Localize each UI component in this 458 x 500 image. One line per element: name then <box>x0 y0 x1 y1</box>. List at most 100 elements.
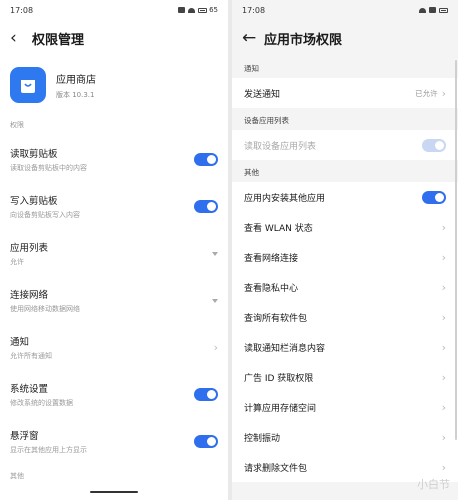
permission-description: 允许所有通知 <box>10 352 52 360</box>
chevron-right-icon: › <box>441 340 446 354</box>
permission-description: 读取设备剪贴板中的内容 <box>10 164 87 172</box>
read-app-list-label: 读取设备应用列表 <box>244 141 317 152</box>
permission-item-label: 读取通知栏消息内容 <box>244 343 326 354</box>
back-arrow-icon[interactable]: ‹ <box>10 29 32 47</box>
permission-row[interactable]: 应用列表 允许 <box>0 230 228 277</box>
send-notification-row[interactable]: 发送通知 已允许 › <box>232 78 458 108</box>
install-other-apps-label: 应用内安装其他应用 <box>244 193 326 204</box>
permission-toggle[interactable] <box>194 153 218 166</box>
chevron-right-icon: › <box>441 280 446 294</box>
permission-item-label: 控制振动 <box>244 433 281 444</box>
permission-item-label: 查看网络连接 <box>244 253 299 264</box>
permission-row[interactable]: 写入剪贴板向设备剪贴板写入内容 <box>0 183 228 230</box>
permission-texts: 写入剪贴板向设备剪贴板写入内容 <box>10 193 194 220</box>
app-version: 版本 10.3.1 <box>56 90 95 99</box>
permission-row[interactable]: 悬浮窗显示在其他应用上方显示 <box>0 418 228 465</box>
wifi-icon <box>419 7 426 13</box>
chevron-right-icon: › <box>441 220 446 234</box>
permission-item-row[interactable]: 查看 WLAN 状态 › <box>232 212 458 242</box>
section-header: 权限 <box>10 121 24 129</box>
right-panel: 17:08 ← 应用市场权限 通知 发送通知 已允许 › 设备应用列表 读取设备应… <box>232 0 458 500</box>
read-app-list-toggle <box>422 138 446 152</box>
battery-icon: 65 <box>198 6 218 14</box>
read-app-list-row: 读取设备应用列表 <box>232 130 458 160</box>
permission-item-row[interactable]: 查询所有软件包 › <box>232 302 458 332</box>
chevron-right-icon: › <box>441 250 446 264</box>
chevron-right-icon: › <box>441 430 446 444</box>
shopping-bag-icon <box>10 67 46 103</box>
chevron-right-icon: › <box>441 86 446 100</box>
chevron-right-icon: › <box>441 310 446 324</box>
permission-list: 读取剪贴板读取设备剪贴板中的内容 写入剪贴板向设备剪贴板写入内容 应用列表允许连接网… <box>0 136 228 465</box>
permission-label: 连接网络 <box>10 290 49 301</box>
permission-label: 应用列表 <box>10 243 49 254</box>
device-card: 读取设备应用列表 <box>232 130 458 160</box>
chevron-right-icon: › <box>441 370 446 384</box>
permission-item-row[interactable]: 读取通知栏消息内容 › <box>232 332 458 362</box>
back-arrow-icon[interactable]: ← <box>242 29 264 47</box>
section-device-apps: 设备应用列表 <box>244 116 289 125</box>
permission-row[interactable]: 通知允许所有通知 › <box>0 324 228 371</box>
status-time: 17:08 <box>10 5 34 15</box>
app-name: 应用商店 <box>56 74 96 86</box>
app-info: 应用商店 版本 10.3.1 <box>56 71 96 100</box>
status-bar: 17:08 65 <box>0 0 228 20</box>
permission-label: 通知 <box>10 337 30 348</box>
permission-label: 读取剪贴板 <box>10 149 58 160</box>
status-time-right: 17:08 <box>242 5 266 15</box>
permission-texts: 应用列表 允许 <box>10 240 212 267</box>
permission-row[interactable]: 连接网络使用网络移动数据网络 <box>0 277 228 324</box>
permission-row[interactable]: 读取剪贴板读取设备剪贴板中的内容 <box>0 136 228 183</box>
status-bar-right: 17:08 <box>232 0 458 20</box>
chevron-right-icon[interactable]: › <box>214 342 218 353</box>
permission-item-label: 查看隐私中心 <box>244 283 299 294</box>
title-bar: ‹ 权限管理 <box>0 20 228 56</box>
permission-toggle[interactable] <box>194 435 218 448</box>
install-other-apps-toggle[interactable] <box>422 190 446 204</box>
permission-label: 悬浮窗 <box>10 431 39 442</box>
signal-icon <box>178 7 186 13</box>
permission-item-row[interactable]: 查看网络连接 › <box>232 242 458 272</box>
permission-toggle[interactable] <box>194 388 218 401</box>
send-notification-value: 已允许 › <box>415 86 446 100</box>
permission-description: 显示在其他应用上方显示 <box>10 446 87 454</box>
permission-item-row[interactable]: 控制振动 › <box>232 422 458 452</box>
app-header: 应用商店 版本 10.3.1 <box>0 56 228 114</box>
chevron-right-icon: › <box>441 400 446 414</box>
watermark-logo: 小白节 <box>417 478 450 491</box>
status-icons: 65 <box>178 6 218 14</box>
permission-item-label: 查询所有软件包 <box>244 313 308 324</box>
section-notify: 通知 <box>244 64 259 73</box>
send-notification-label: 发送通知 <box>244 89 281 100</box>
chevron-down-icon[interactable] <box>212 298 218 303</box>
battery-icon <box>439 7 448 13</box>
permission-toggle[interactable] <box>194 200 218 213</box>
wifi-icon <box>188 7 196 13</box>
status-icons-right <box>419 7 448 13</box>
scrollbar[interactable] <box>455 60 457 440</box>
permission-description: 向设备剪贴板写入内容 <box>10 211 80 219</box>
install-other-apps-row[interactable]: 应用内安装其他应用 <box>232 182 458 212</box>
permission-item-row[interactable]: 广告 ID 获取权限 › <box>232 362 458 392</box>
permission-item-label: 计算应用存储空间 <box>244 403 317 414</box>
signal-icon <box>429 7 436 13</box>
permission-item-label: 广告 ID 获取权限 <box>244 373 314 384</box>
permission-description: 允许 <box>10 258 24 266</box>
permission-item-row[interactable]: 计算应用存储空间 › <box>232 392 458 422</box>
permission-row[interactable]: 系统设置 修改系统的设置数据 <box>0 371 228 418</box>
permission-label: 系统设置 <box>10 384 49 395</box>
permission-texts: 读取剪贴板读取设备剪贴板中的内容 <box>10 146 194 173</box>
page-title: 权限管理 <box>32 32 85 48</box>
permission-texts: 系统设置 修改系统的设置数据 <box>10 381 194 408</box>
permission-texts: 连接网络使用网络移动数据网络 <box>10 287 212 314</box>
permission-description: 使用网络移动数据网络 <box>10 305 80 313</box>
permission-item-label: 请求删除文件包 <box>244 463 308 474</box>
permission-label: 写入剪贴板 <box>10 196 58 207</box>
left-panel: 17:08 65 ‹ 权限管理 应用商店 版本 10.3.1 权限 读取剪贴板读… <box>0 0 228 500</box>
permission-item-row[interactable]: 查看隐私中心 › <box>232 272 458 302</box>
permission-item-label: 查看 WLAN 状态 <box>244 223 313 234</box>
other-card: 应用内安装其他应用 查看 WLAN 状态 › 查看网络连接 › 查看隐私中心 › 查询所有软… <box>232 182 458 482</box>
page-title-right: 应用市场权限 <box>264 32 343 48</box>
chevron-down-icon[interactable] <box>212 251 218 256</box>
permission-texts: 悬浮窗显示在其他应用上方显示 <box>10 428 194 455</box>
